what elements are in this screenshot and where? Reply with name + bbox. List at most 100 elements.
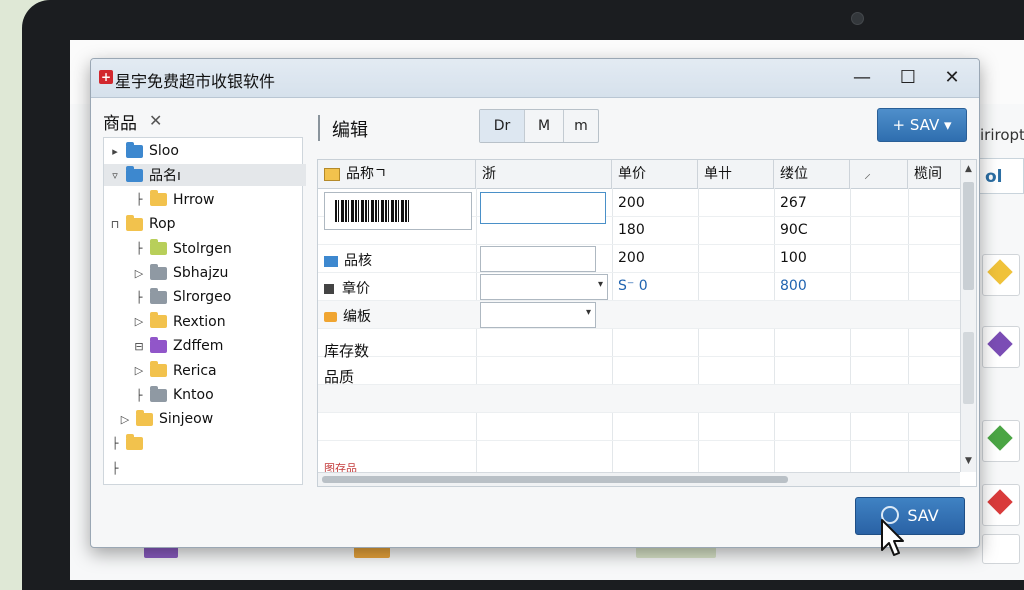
- view-segmented-control[interactable]: Dr M m: [479, 109, 599, 143]
- unit-cell: 800: [780, 278, 807, 294]
- column-divider: [774, 188, 775, 472]
- column-divider: [476, 188, 477, 472]
- row-divider: [318, 412, 960, 413]
- tree-item[interactable]: ▸ Sloo: [108, 140, 179, 162]
- col-header-2[interactable]: 浙: [476, 160, 612, 188]
- row-divider: [318, 328, 960, 329]
- tree-item[interactable]: ├ Stolrgen: [132, 238, 232, 260]
- vertical-scrollbar[interactable]: ▲ ▼: [960, 160, 976, 472]
- tree-item-label: Slrorgeo: [173, 289, 232, 306]
- edit-dropdown[interactable]: ▾: [480, 302, 596, 328]
- tree-expander-icon[interactable]: ▸: [108, 145, 122, 158]
- product-grid[interactable]: 品称ㄱ 浙 单价 单卄 缕位 ⸝ 榄间 200 267 180 90C 品核 2…: [317, 159, 977, 487]
- folder-icon: [324, 255, 338, 267]
- tree-item-label: Hrrow: [173, 191, 215, 208]
- tree-close-icon[interactable]: ✕: [149, 111, 162, 130]
- background-red-icon[interactable]: [982, 484, 1020, 526]
- tree-expander-icon[interactable]: ⊟: [132, 340, 146, 353]
- minimize-button[interactable]: —: [849, 65, 875, 91]
- scroll-thumb-secondary[interactable]: [963, 332, 974, 404]
- folder-icon: [150, 361, 167, 378]
- h-scroll-thumb[interactable]: [322, 476, 788, 483]
- tree-item[interactable]: ▷ Rextion: [132, 311, 226, 333]
- tree-item[interactable]: ⊓ Rop: [108, 213, 176, 235]
- mouse-cursor-icon: [881, 519, 904, 556]
- column-divider: [698, 188, 699, 472]
- folder-icon: [150, 190, 167, 207]
- col-header-name[interactable]: 品称ㄱ: [318, 160, 476, 188]
- webcam: [851, 12, 864, 25]
- segment-dr[interactable]: Dr: [480, 110, 525, 142]
- toolbar-separator: [318, 115, 320, 141]
- tree-item[interactable]: ▿ 品名ı: [104, 164, 306, 187]
- folder-icon: [150, 385, 167, 402]
- background-purple-icon[interactable]: [982, 326, 1020, 368]
- folder-icon: [324, 167, 340, 181]
- folder-icon: [150, 336, 167, 353]
- scroll-down-arrow[interactable]: ▼: [965, 456, 972, 466]
- segment-m[interactable]: M: [525, 110, 564, 142]
- background-tab[interactable]: ol: [976, 158, 1024, 194]
- tree-expander-icon[interactable]: ├: [132, 291, 146, 304]
- maximize-button[interactable]: ☐: [895, 65, 921, 91]
- scroll-thumb[interactable]: [963, 182, 974, 290]
- tree-expander-icon[interactable]: ├: [108, 462, 122, 475]
- tree-expander-icon[interactable]: ▷: [132, 267, 146, 280]
- tree-item[interactable]: ▷ Sinjeow: [118, 408, 213, 430]
- tree-expander-icon[interactable]: ├: [132, 193, 146, 206]
- edit-label: 编辑: [332, 120, 368, 141]
- tree-item-label: Sloo: [149, 143, 179, 159]
- category-tree[interactable]: ▸ Sloo ▿ 品名ı ├ Hrrow ⊓ Rop ├ Stolrgen ▷ Sbhajzu ├ Slr…: [103, 137, 306, 485]
- tree-item[interactable]: ▷ Rerica: [132, 360, 217, 382]
- tree-item[interactable]: ├ Hrrow: [132, 189, 215, 211]
- scroll-up-arrow[interactable]: ▲: [965, 164, 972, 174]
- tree-item-label: 品名ı: [149, 168, 181, 185]
- price-cell: 200: [618, 250, 645, 266]
- tree-expander-icon[interactable]: ▷: [132, 364, 146, 377]
- tree-expander-icon[interactable]: ▷: [132, 315, 146, 328]
- barcode-input[interactable]: [480, 192, 606, 224]
- folder-icon: [126, 434, 143, 451]
- quality-label: 品质: [324, 368, 355, 386]
- background-yellow-icon[interactable]: [982, 254, 1020, 296]
- row-shade: [318, 300, 960, 328]
- tree-item[interactable]: ├: [108, 457, 126, 479]
- col-header-price[interactable]: 单价: [612, 160, 698, 188]
- folder-icon: [150, 287, 167, 304]
- product-field[interactable]: [480, 246, 596, 272]
- tree-expander-icon[interactable]: ▷: [118, 413, 132, 426]
- horizontal-scrollbar[interactable]: [318, 472, 960, 486]
- column-divider: [850, 188, 851, 472]
- hand-icon: [324, 312, 337, 322]
- tree-expander-icon[interactable]: ├: [132, 389, 146, 402]
- close-button[interactable]: ✕: [939, 65, 965, 91]
- col-header-4[interactable]: 单卄: [698, 160, 774, 188]
- save-dropdown-button[interactable]: + SAV ▾: [877, 108, 967, 142]
- row-divider: [318, 440, 960, 441]
- tree-item[interactable]: ├: [108, 433, 149, 455]
- tree-item[interactable]: ├ Kntoo: [132, 384, 214, 406]
- folder-icon: [136, 409, 153, 426]
- tree-expander-icon[interactable]: ├: [108, 437, 122, 450]
- tree-item[interactable]: ├ Slrorgeo: [132, 286, 231, 308]
- tree-expander-icon[interactable]: ⊓: [108, 218, 122, 231]
- background-green-icon[interactable]: [982, 420, 1020, 462]
- row-label: 编板: [324, 306, 371, 326]
- row-divider: [318, 356, 960, 357]
- col-header-6[interactable]: ⸝: [850, 160, 908, 188]
- tree-expander-icon[interactable]: ▿: [108, 169, 122, 182]
- window-title: 星宇免费超市收银软件: [115, 72, 276, 91]
- price-dropdown[interactable]: ▾: [480, 274, 608, 300]
- col-header-unit[interactable]: 缕位: [774, 160, 850, 188]
- col-header-7[interactable]: 榄间: [908, 160, 960, 188]
- column-divider: [908, 188, 909, 472]
- tree-item-label: Rerica: [173, 362, 217, 379]
- folder-icon: [126, 141, 143, 158]
- row-label: 品核: [324, 250, 372, 270]
- segment-m-lower[interactable]: m: [564, 110, 598, 142]
- tree-item[interactable]: ⊟ Zdffem: [132, 335, 223, 357]
- background-label: iriroptr: [980, 126, 1024, 144]
- tree-expander-icon[interactable]: ├: [132, 242, 146, 255]
- save-button[interactable]: SAV: [855, 497, 965, 535]
- tree-item[interactable]: ▷ Sbhajzu: [132, 262, 228, 284]
